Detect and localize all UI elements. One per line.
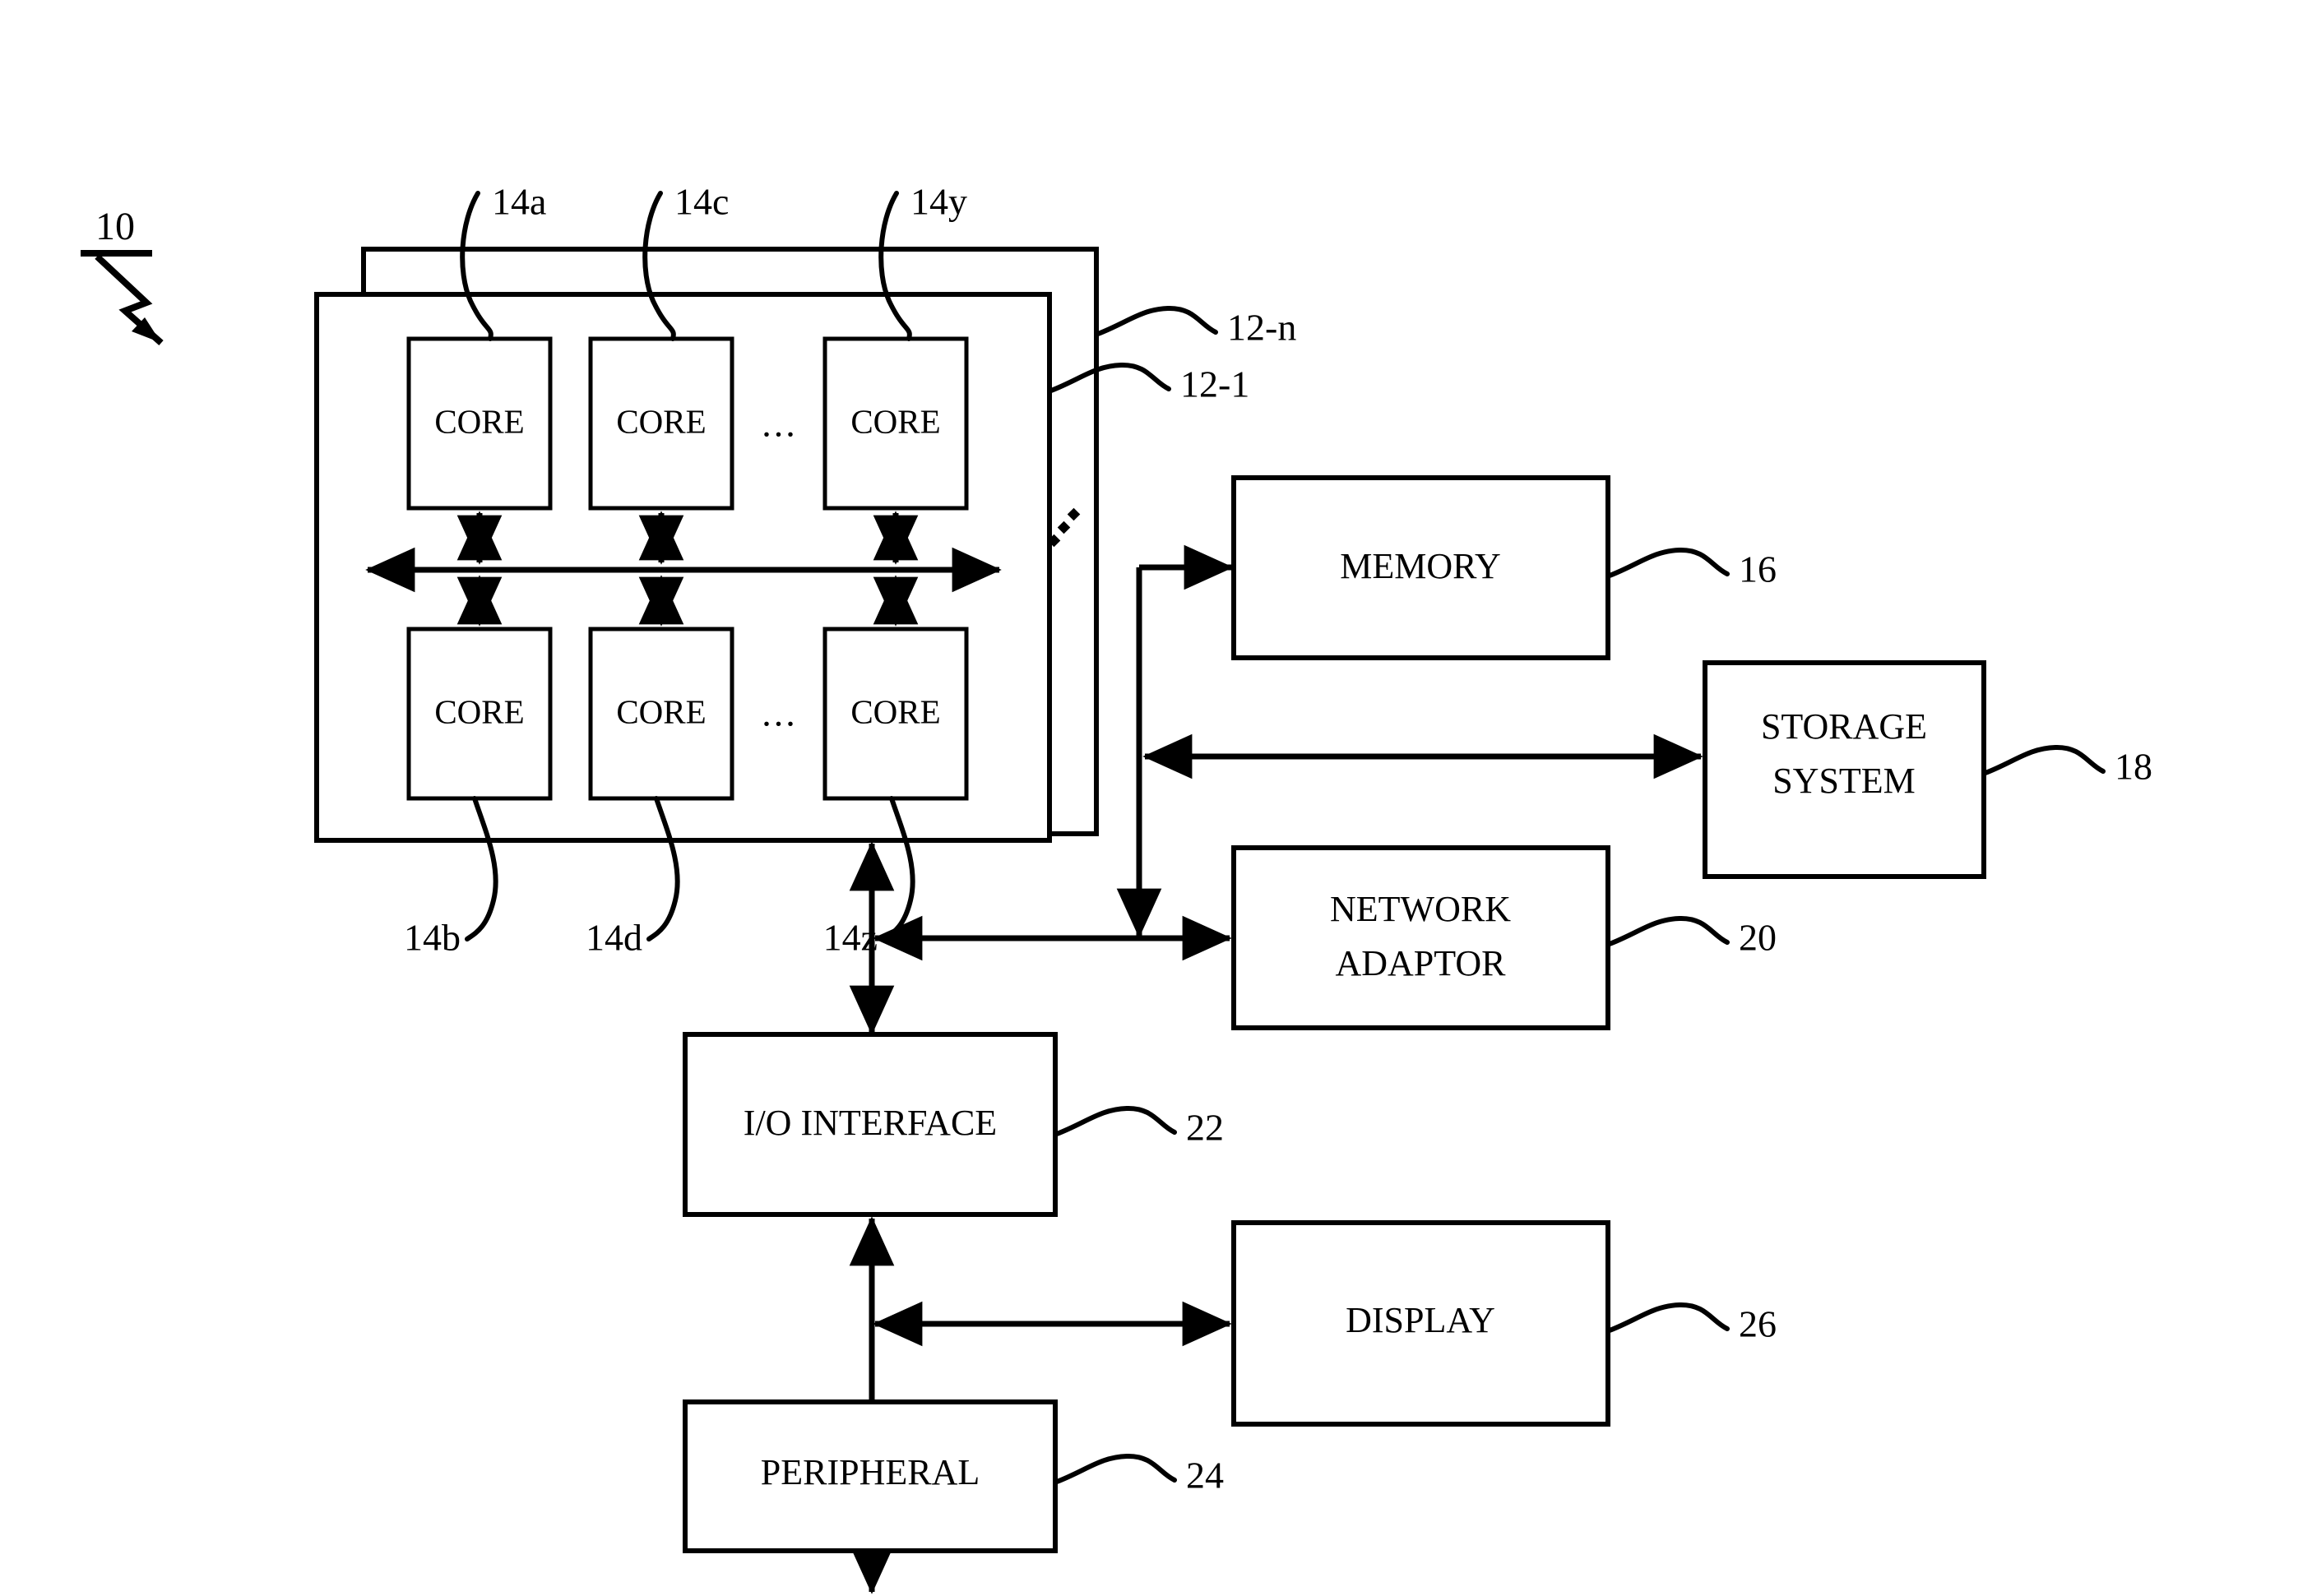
peripheral-label: PERIPHERAL — [761, 1452, 980, 1492]
core-top-3: CORE — [822, 336, 969, 511]
leader-16 — [1607, 547, 1730, 578]
core-top-1: CORE — [406, 336, 553, 511]
leader-24 — [1054, 1453, 1177, 1484]
leader-12n — [1096, 305, 1218, 336]
leader-22 — [1054, 1105, 1177, 1136]
ref-label-24: 24 — [1186, 1455, 1224, 1497]
core-row-ellipsis-bottom: ... — [762, 692, 798, 734]
memory-block: MEMORY 16 — [1231, 475, 1777, 660]
ref-label-12n: 12-n — [1227, 307, 1296, 349]
core-label: CORE — [434, 692, 524, 730]
ref-label-18: 18 — [2115, 746, 2152, 788]
io-interface-block: I/O INTERFACE 22 — [683, 1032, 1224, 1217]
figure-number-label: 10 — [95, 205, 135, 248]
core-label: CORE — [850, 402, 940, 440]
display-block: DISPLAY 26 — [1231, 1220, 1777, 1427]
core-bottom-3: CORE — [822, 627, 969, 801]
core-label: CORE — [616, 692, 706, 730]
core-bottom-1: CORE — [406, 627, 553, 801]
core-label: CORE — [434, 402, 524, 440]
network-label-line1: NETWORK — [1330, 889, 1511, 929]
display-label: DISPLAY — [1346, 1300, 1495, 1340]
memory-label: MEMORY — [1340, 546, 1501, 586]
ref-label-14d: 14d — [586, 917, 642, 959]
ref-label-14y: 14y — [910, 181, 967, 223]
io-label: I/O INTERFACE — [744, 1103, 997, 1143]
network-label-line2: ADAPTOR — [1335, 943, 1506, 983]
peripheral-block: PERIPHERAL 24 — [683, 1399, 1224, 1553]
storage-system-block: STORAGE SYSTEM 18 — [1703, 660, 2152, 879]
ref-label-26: 26 — [1739, 1303, 1777, 1345]
leader-26 — [1607, 1302, 1730, 1333]
ref-label-12-1: 12-1 — [1180, 363, 1249, 405]
core-row-ellipsis-top: ... — [762, 403, 798, 445]
core-label: CORE — [616, 402, 706, 440]
ref-label-16: 16 — [1739, 548, 1777, 590]
core-bottom-2: CORE — [588, 627, 734, 801]
storage-label-line2: SYSTEM — [1772, 761, 1916, 801]
network-box — [1231, 845, 1610, 1030]
core-top-2: CORE — [588, 336, 734, 511]
ref-label-14b: 14b — [404, 917, 461, 959]
core-label: CORE — [850, 692, 940, 730]
network-adaptor-block: NETWORK ADAPTOR 20 — [1231, 845, 1777, 1030]
ref-label-20: 20 — [1739, 917, 1777, 959]
ref-label-14c: 14c — [674, 181, 729, 223]
figure-canvas: 10 CORE CORE ... CORE CORE CORE ... CORE — [81, 181, 2152, 1594]
leader-18 — [1983, 744, 2106, 775]
patent-figure: 10 CORE CORE ... CORE CORE CORE ... CORE — [0, 0, 2312, 1596]
ref-label-14a: 14a — [492, 181, 546, 223]
leader-20 — [1607, 915, 1730, 946]
figure-reference-10: 10 — [81, 205, 164, 345]
storage-label-line1: STORAGE — [1761, 706, 1927, 747]
ref-label-22: 22 — [1186, 1107, 1224, 1149]
